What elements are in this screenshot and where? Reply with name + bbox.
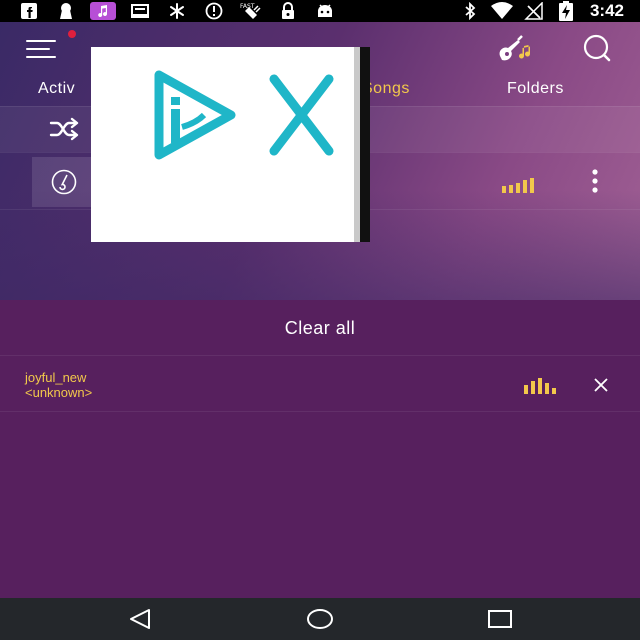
overlay-border [360, 47, 370, 242]
notification-dot [68, 30, 76, 38]
search-icon[interactable] [578, 32, 614, 66]
music-disc-icon [51, 169, 77, 195]
cast-icon [121, 0, 158, 22]
back-icon[interactable] [120, 605, 160, 633]
equalizer-icon [500, 175, 540, 195]
keyhole-icon [47, 0, 84, 22]
queue-item-title: joyful_new [25, 370, 87, 385]
shuffle-icon[interactable] [48, 116, 84, 142]
navigation-bar [0, 598, 640, 640]
queue-item[interactable]: joyful_new <unknown> [0, 357, 640, 412]
ad-overlay[interactable] [91, 47, 370, 242]
android-icon [306, 0, 343, 22]
facebook-icon [10, 0, 47, 22]
satellite-fast-icon: FAST [232, 0, 269, 22]
more-options-icon[interactable] [588, 167, 602, 197]
guitar-icon[interactable] [496, 34, 536, 64]
clear-all-button[interactable]: Clear all [0, 300, 640, 356]
home-icon[interactable] [300, 605, 340, 633]
tab-folders[interactable]: Folders [507, 80, 564, 98]
remove-icon[interactable] [592, 376, 610, 394]
queue-item-artist: <unknown> [25, 385, 93, 400]
status-bar: FAST 3:42 [0, 0, 640, 22]
play-logo-icon [154, 70, 236, 160]
fan-icon [158, 0, 195, 22]
music-note-icon [84, 0, 121, 22]
album-art [32, 157, 94, 207]
recents-icon[interactable] [480, 605, 520, 633]
clock: 3:42 [589, 1, 624, 20]
tab-active[interactable]: Activ [38, 80, 75, 98]
battery-charging-icon [550, 0, 582, 22]
bluetooth-icon [454, 0, 486, 22]
queue-panel: Clear all joyful_new <unknown> [0, 300, 640, 598]
menu-icon[interactable] [26, 36, 60, 62]
wifi-icon [486, 0, 518, 22]
equalizer-icon [522, 376, 562, 396]
close-x-icon[interactable] [269, 74, 334, 156]
info-icon [195, 0, 232, 22]
lock-icon [269, 0, 306, 22]
no-signal-icon [518, 0, 550, 22]
